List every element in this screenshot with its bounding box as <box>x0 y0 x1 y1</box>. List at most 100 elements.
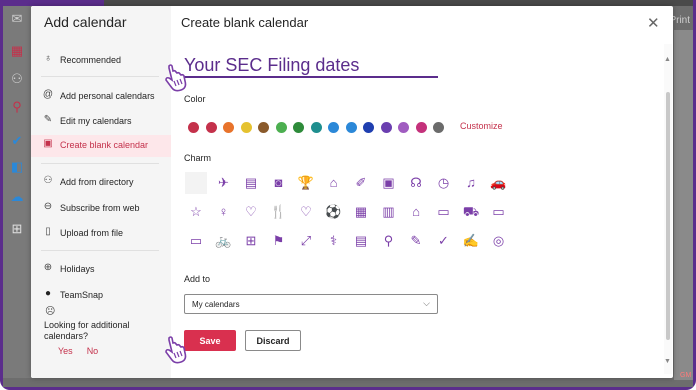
charm-icon[interactable]: ☆ <box>185 201 207 223</box>
yes-link[interactable]: Yes <box>58 346 73 356</box>
apps-grid-icon[interactable]: ⊞ <box>10 222 24 236</box>
close-icon[interactable]: ✕ <box>647 14 660 32</box>
charm-icon[interactable]: ▤ <box>350 230 372 252</box>
dialog-title: Create blank calendar <box>181 15 309 30</box>
divider <box>41 250 159 251</box>
charm-icon[interactable]: ▭ <box>185 230 207 252</box>
sidebar-item-add-personal[interactable]: @ Add personal calendars <box>31 86 171 108</box>
no-link[interactable]: No <box>87 346 99 356</box>
color-swatch[interactable] <box>223 122 234 133</box>
color-swatch[interactable] <box>363 122 374 133</box>
people-app-icon[interactable]: ⚇ <box>10 72 24 86</box>
charm-icon[interactable]: ▭ <box>433 201 455 223</box>
charm-icon[interactable]: ♀ <box>213 201 235 223</box>
sidebar-item-create-blank[interactable]: ▣ Create blank calendar <box>31 135 171 157</box>
charm-icon[interactable]: ▭ <box>488 201 510 223</box>
charm-icon[interactable]: ✈ <box>213 172 235 194</box>
globe-icon: ⊖ <box>43 201 53 212</box>
color-swatch[interactable] <box>345 122 357 133</box>
color-swatch[interactable] <box>380 122 392 133</box>
sidebar-item-subscribe-web[interactable]: ⊖ Subscribe from web <box>31 198 171 220</box>
color-swatch[interactable] <box>258 122 269 133</box>
charm-icon[interactable]: ⌂ <box>405 201 427 223</box>
lightbulb-icon: ♁ <box>44 53 52 64</box>
scrollbar-thumb[interactable] <box>666 92 670 340</box>
charm-icon[interactable]: ◎ <box>488 230 510 252</box>
charm-icon[interactable]: ▣ <box>378 172 400 194</box>
sidebar-item-teamsnap[interactable]: ● TeamSnap <box>31 285 171 307</box>
sidebar-item-edit-my[interactable]: ✎ Edit my calendars <box>31 111 171 133</box>
charm-icon[interactable]: ⤢ <box>295 230 317 252</box>
calendar-name-input[interactable] <box>184 54 438 78</box>
divider <box>41 76 159 77</box>
discard-button[interactable]: Discard <box>245 330 301 351</box>
charm-icon[interactable]: ⚑ <box>268 230 290 252</box>
charm-icon[interactable]: ✓ <box>433 230 455 252</box>
charm-icon[interactable]: ▥ <box>378 201 400 223</box>
sidebar-item-holidays[interactable]: ⊕ Holidays <box>31 259 171 281</box>
scroll-down-icon[interactable]: ▼ <box>664 358 671 365</box>
color-swatch[interactable] <box>328 122 339 133</box>
charm-label: Charm <box>184 153 212 163</box>
charm-icon[interactable]: ♫ <box>460 172 482 194</box>
divider <box>41 163 159 164</box>
teams-app-icon[interactable]: ◧ <box>10 160 24 174</box>
people-icon: ⚇ <box>43 175 53 186</box>
charm-icon[interactable]: ♡ <box>295 201 317 223</box>
todo-app-icon[interactable]: ✔ <box>10 134 24 148</box>
add-to-dropdown[interactable]: My calendars ⌵ <box>184 294 438 314</box>
calendar-app-icon[interactable]: ▦ <box>10 44 24 58</box>
feedback-links: Yes No <box>58 346 112 356</box>
charm-icon[interactable]: ☊ <box>405 172 427 194</box>
charm-icon[interactable]: 🚗 <box>488 172 510 194</box>
charm-icon[interactable]: ♡ <box>240 201 262 223</box>
color-swatch[interactable] <box>240 122 252 133</box>
charm-icon[interactable]: 🍴 <box>268 201 290 223</box>
charm-icon[interactable]: ◙ <box>268 172 290 194</box>
app-rail: ✉ ▦ ⚇ ⚲ ✔ ◧ ☁ ⊞ <box>3 6 31 378</box>
charm-icon[interactable]: ⛟ <box>460 201 482 223</box>
background-strip <box>674 30 693 380</box>
onedrive-app-icon[interactable]: ☁ <box>10 190 24 204</box>
add-calendar-sidebar: Add calendar ♁ Recommended @ Add persona… <box>31 6 171 378</box>
color-swatch[interactable] <box>188 122 199 133</box>
sidebar-item-directory[interactable]: ⚇ Add from directory <box>31 172 171 194</box>
color-swatch[interactable] <box>433 122 444 133</box>
color-swatch[interactable] <box>310 122 322 133</box>
charm-icon[interactable]: ⊞ <box>240 230 262 252</box>
charm-icon[interactable]: ⚲ <box>378 230 400 252</box>
calendar-icon: ▣ <box>43 138 53 149</box>
sidebar-item-upload-file[interactable]: ▯ Upload from file <box>31 223 171 245</box>
color-swatch[interactable] <box>205 122 217 133</box>
charm-icon[interactable]: ◷ <box>433 172 455 194</box>
color-swatch[interactable] <box>293 122 304 133</box>
charm-icon[interactable]: ⚕ <box>323 230 345 252</box>
customize-link[interactable]: Customize <box>460 121 503 131</box>
chevron-down-icon: ⌵ <box>423 298 430 308</box>
globe-icon: ⊕ <box>43 262 53 273</box>
save-button[interactable]: Save <box>184 330 236 351</box>
charm-icon[interactable] <box>185 172 207 194</box>
mail-icon[interactable]: ✉ <box>10 12 24 26</box>
charm-icon[interactable]: ✍ <box>460 230 482 252</box>
charm-icon[interactable]: 🚲 <box>213 230 235 252</box>
edit-icon: ✎ <box>43 114 53 125</box>
at-icon: @ <box>42 89 54 100</box>
charm-icon[interactable]: ✎ <box>405 230 427 252</box>
sidebar-item-recommended[interactable]: ♁ Recommended <box>31 50 171 72</box>
attach-app-icon[interactable]: ⚲ <box>10 100 24 114</box>
charm-icon[interactable]: 🏆 <box>295 172 317 194</box>
scroll-up-icon[interactable]: ▲ <box>664 56 671 63</box>
charm-icon[interactable]: ▤ <box>240 172 262 194</box>
feedback-icon: ☹ <box>45 306 56 317</box>
color-swatch[interactable] <box>415 122 427 133</box>
corner-badge: GM <box>680 372 692 379</box>
charm-icon[interactable]: ▦ <box>350 201 372 223</box>
color-swatch[interactable] <box>398 122 409 133</box>
charm-icon[interactable]: ✐ <box>350 172 372 194</box>
color-swatch[interactable] <box>275 122 287 133</box>
document-icon: ▯ <box>45 226 51 237</box>
color-label: Color <box>184 94 206 104</box>
charm-icon[interactable]: ⚽ <box>323 201 345 223</box>
charm-icon[interactable]: ⌂ <box>323 172 345 194</box>
